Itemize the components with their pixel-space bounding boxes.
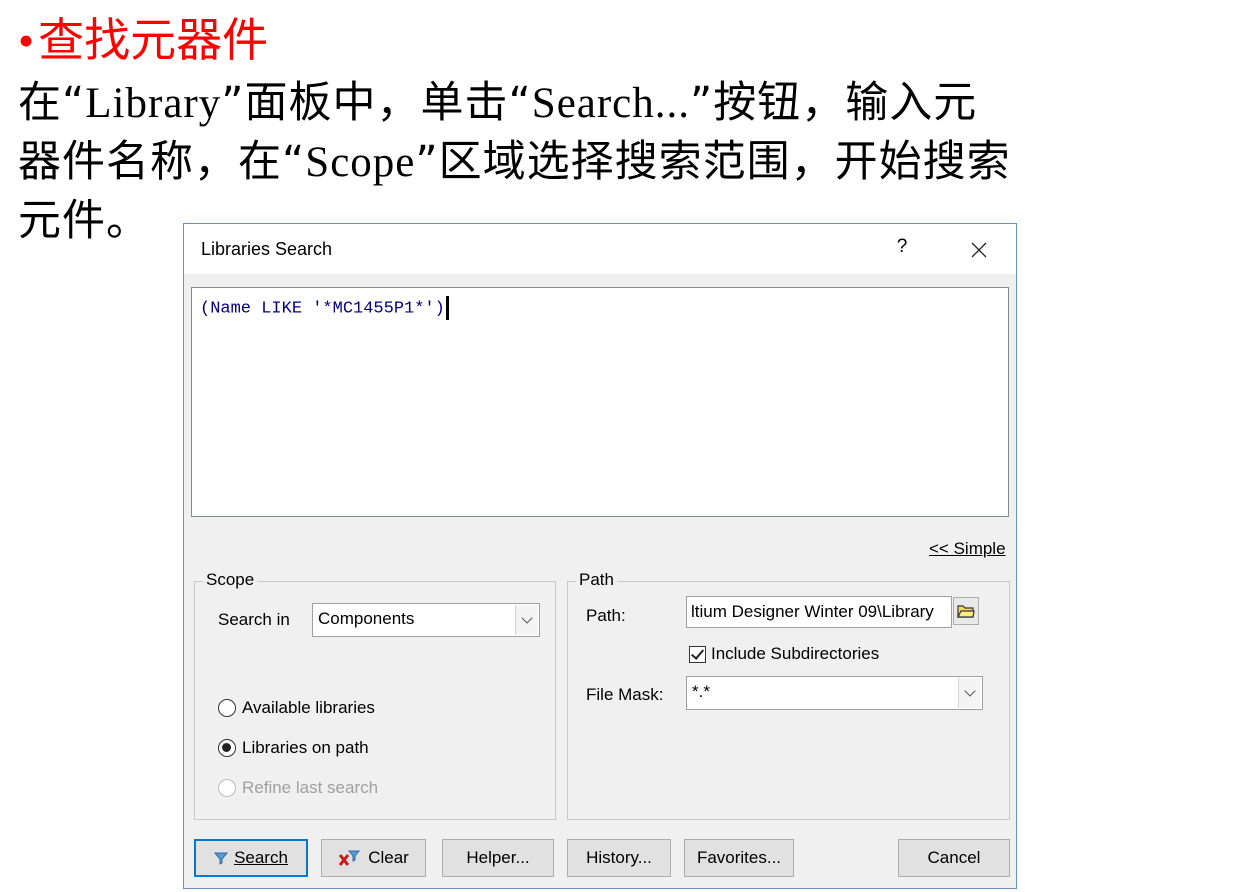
history-button-label: History... [586, 848, 652, 867]
search-in-label: Search in [218, 610, 290, 629]
slide-title-text: 查找元器件 [38, 13, 269, 67]
scope-group: Scope Search in Components Available lib… [194, 570, 556, 820]
text-run: Scope [305, 139, 416, 186]
checkbox-checked [689, 645, 706, 663]
slide-title: •查找元器件 [18, 10, 268, 71]
search-in-value: Components [318, 609, 415, 628]
helper-button[interactable]: Helper... [442, 839, 554, 877]
helper-button-label: Helper... [466, 848, 530, 867]
dialog-title: Libraries Search [201, 239, 333, 259]
chevron-down-icon [515, 605, 538, 635]
clear-button[interactable]: Clear [321, 839, 426, 877]
search-in-dropdown[interactable]: Components [312, 603, 540, 637]
text-run: 在“ [18, 78, 86, 128]
file-mask-label: File Mask: [586, 685, 664, 704]
text-run: ”面板中，单击“ [221, 78, 532, 128]
radio-libraries-on-path[interactable]: Libraries on path [218, 738, 369, 758]
path-value: ltium Designer Winter 09\Library [691, 602, 934, 621]
radio-circle-selected [218, 739, 236, 757]
filter-icon [214, 851, 229, 865]
query-editor[interactable]: (Name LIKE '*MC1455P1*') [191, 287, 1009, 517]
text-run: ”按钮，输入元 [690, 78, 978, 128]
cancel-button-label: Cancel [927, 848, 981, 867]
clear-button-label: Clear [368, 848, 409, 867]
bullet: • [18, 15, 35, 66]
scope-legend: Scope [203, 570, 258, 590]
path-legend: Path [576, 570, 617, 590]
slide-line-1: 在“Library”面板中，单击“Search...”按钮，输入元 [18, 74, 1228, 133]
radio-circle [218, 699, 236, 717]
radio-available-libraries[interactable]: Available libraries [218, 698, 375, 718]
close-button[interactable] [964, 232, 994, 263]
simple-mode-link[interactable]: << Simple [929, 539, 1006, 559]
text-run: Library [85, 80, 222, 127]
text-run: Search... [531, 80, 691, 127]
radio-refine-last-search: Refine last search [218, 778, 378, 798]
clear-filter-icon [338, 849, 362, 867]
favorites-button[interactable]: Favorites... [684, 839, 794, 877]
dialog-titlebar: Libraries Search ? [184, 224, 1016, 274]
text-caret [445, 296, 449, 320]
include-subdirectories-checkbox[interactable]: Include Subdirectories [689, 644, 879, 664]
help-button[interactable]: ? [890, 236, 914, 258]
chevron-down-icon [958, 678, 981, 708]
slide-line-2: 器件名称，在“Scope”区域选择搜索范围，开始搜索 [18, 133, 1228, 192]
close-icon [971, 242, 987, 258]
radio-label: Libraries on path [242, 738, 369, 757]
history-button[interactable]: History... [567, 839, 671, 877]
search-button[interactable]: Search [194, 839, 308, 877]
cancel-button[interactable]: Cancel [898, 839, 1010, 877]
browse-folder-button[interactable] [953, 597, 979, 625]
path-input[interactable]: ltium Designer Winter 09\Library [686, 596, 952, 628]
text-run: ”区域选择搜索范围，开始搜索 [415, 137, 1011, 187]
radio-label: Refine last search [242, 778, 379, 797]
radio-circle [218, 779, 236, 797]
libraries-search-dialog: Libraries Search ? (Name LIKE '*MC1455P1… [183, 223, 1017, 889]
query-text: (Name LIKE '*MC1455P1*') [200, 299, 445, 319]
file-mask-dropdown[interactable]: *.* [686, 676, 983, 710]
folder-icon [957, 605, 975, 618]
file-mask-value: *.* [692, 682, 710, 701]
path-label: Path: [586, 606, 626, 625]
checkbox-label: Include Subdirectories [711, 644, 880, 663]
favorites-button-label: Favorites... [696, 848, 782, 867]
path-group: Path Path: ltium Designer Winter 09\Libr… [567, 570, 1010, 820]
radio-label: Available libraries [242, 698, 375, 717]
search-button-label: Search [234, 848, 288, 867]
text-run: 器件名称，在“ [18, 137, 306, 187]
